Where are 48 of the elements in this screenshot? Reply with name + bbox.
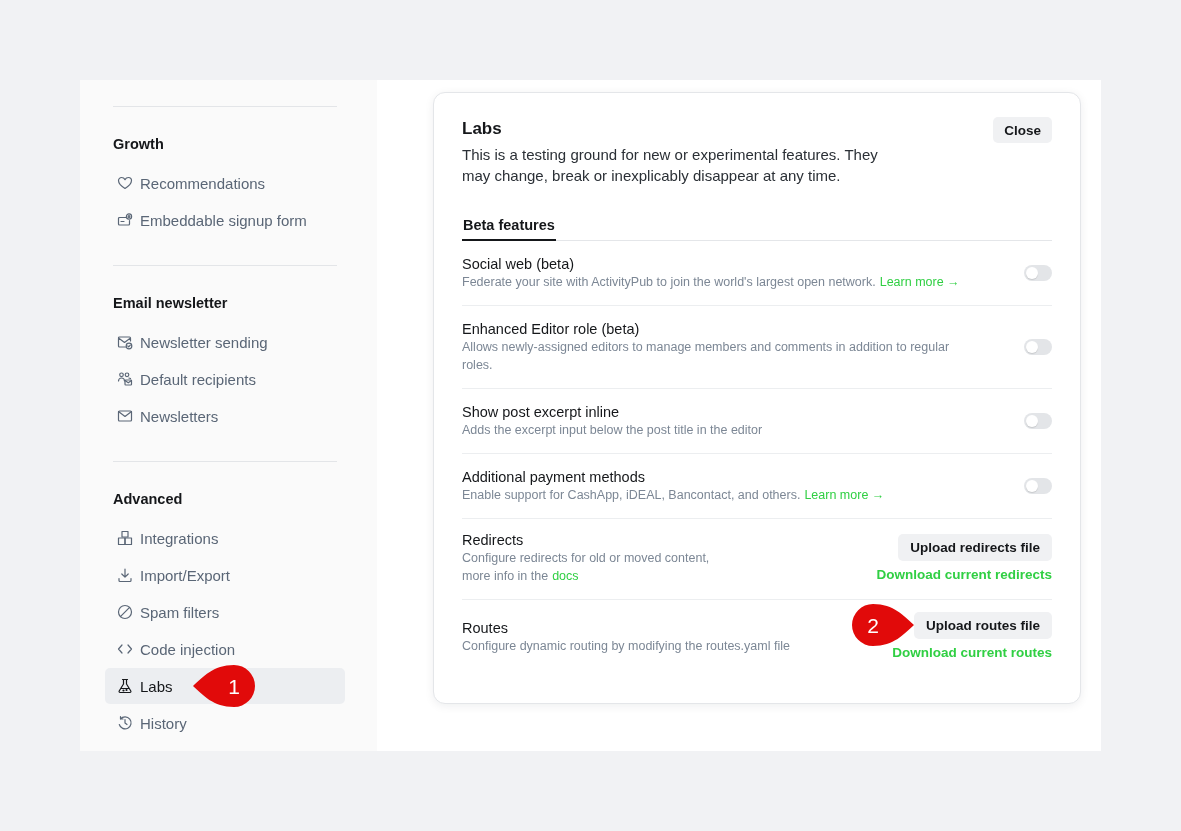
- card-description: This is a testing ground for new or experimental features. They may change, break or inexplicably disappear at any time.: [462, 145, 879, 186]
- envelope-check-icon: [117, 334, 133, 350]
- close-button[interactable]: Close: [993, 117, 1052, 143]
- upload-button[interactable]: Upload routes file: [914, 612, 1052, 639]
- feature-title: Enhanced Editor role (beta): [462, 320, 641, 338]
- feature-description: Federate your site with ActivityPub to join the world's largest open network. Learn more →: [462, 274, 960, 291]
- sidebar-item[interactable]: Code injection: [105, 631, 345, 667]
- card-icon: [117, 212, 133, 228]
- feature-title: Redirects: [462, 531, 525, 549]
- sidebar-item[interactable]: Default recipients: [105, 361, 345, 397]
- feature-description: Allows newly-assigned editors to manage members and comments in addition to regular roles.: [462, 339, 951, 374]
- upload-button[interactable]: Upload redirects file: [898, 533, 1052, 561]
- section-heading: Email newsletter: [112, 294, 229, 313]
- download-icon: [117, 567, 133, 583]
- sidebar-item[interactable]: Spam filters: [105, 594, 345, 630]
- toggle-switch[interactable]: [1024, 265, 1052, 281]
- feature-title: Additional payment methods: [462, 468, 646, 486]
- card-title: Labs: [462, 118, 503, 140]
- toggle-switch[interactable]: [1024, 478, 1052, 494]
- callout-tooltip: 2: [852, 604, 914, 646]
- feature-description: Configure dynamic routing by modifying the routes.yaml file: [462, 637, 790, 655]
- sidebar-item[interactable]: Import/Export: [105, 557, 345, 593]
- section-heading: Growth: [112, 135, 165, 154]
- history-icon: [117, 715, 133, 731]
- callout-tooltip: 1: [193, 665, 255, 707]
- users-envelope-icon: [117, 371, 133, 387]
- sidebar-item[interactable]: Recommendations: [105, 165, 345, 201]
- sidebar-item[interactable]: Newsletters: [105, 398, 345, 434]
- sidebar-item[interactable]: Integrations: [105, 520, 345, 556]
- envelope-icon: [117, 408, 133, 424]
- sidebar-item[interactable]: History: [105, 705, 345, 741]
- feature-title: Routes: [462, 618, 509, 637]
- flask-icon: [117, 678, 133, 694]
- sidebar-item[interactable]: Labs: [105, 668, 193, 704]
- section-heading: Advanced: [112, 490, 184, 509]
- blocks-icon: [117, 530, 133, 546]
- ban-icon: [117, 604, 133, 620]
- toggle-switch[interactable]: [1024, 413, 1052, 429]
- feature-description: Configure redirects for old or moved content, more info in the docs: [462, 550, 710, 585]
- feature-title: Show post excerpt inline: [462, 403, 621, 421]
- feature-description: Enable support for CashApp, iDEAL, Bancontact, and others. Learn more →: [462, 487, 885, 504]
- toggle-switch[interactable]: [1024, 339, 1052, 355]
- feature-title: Social web (beta): [462, 255, 576, 273]
- sidebar-item[interactable]: Newsletter sending: [105, 324, 345, 360]
- heart-icon: [117, 175, 133, 191]
- feature-description: Adds the excerpt input below the post title in the editor: [462, 422, 763, 439]
- tab[interactable]: Beta features: [462, 215, 556, 241]
- sidebar-item[interactable]: Embeddable signup form: [105, 202, 345, 238]
